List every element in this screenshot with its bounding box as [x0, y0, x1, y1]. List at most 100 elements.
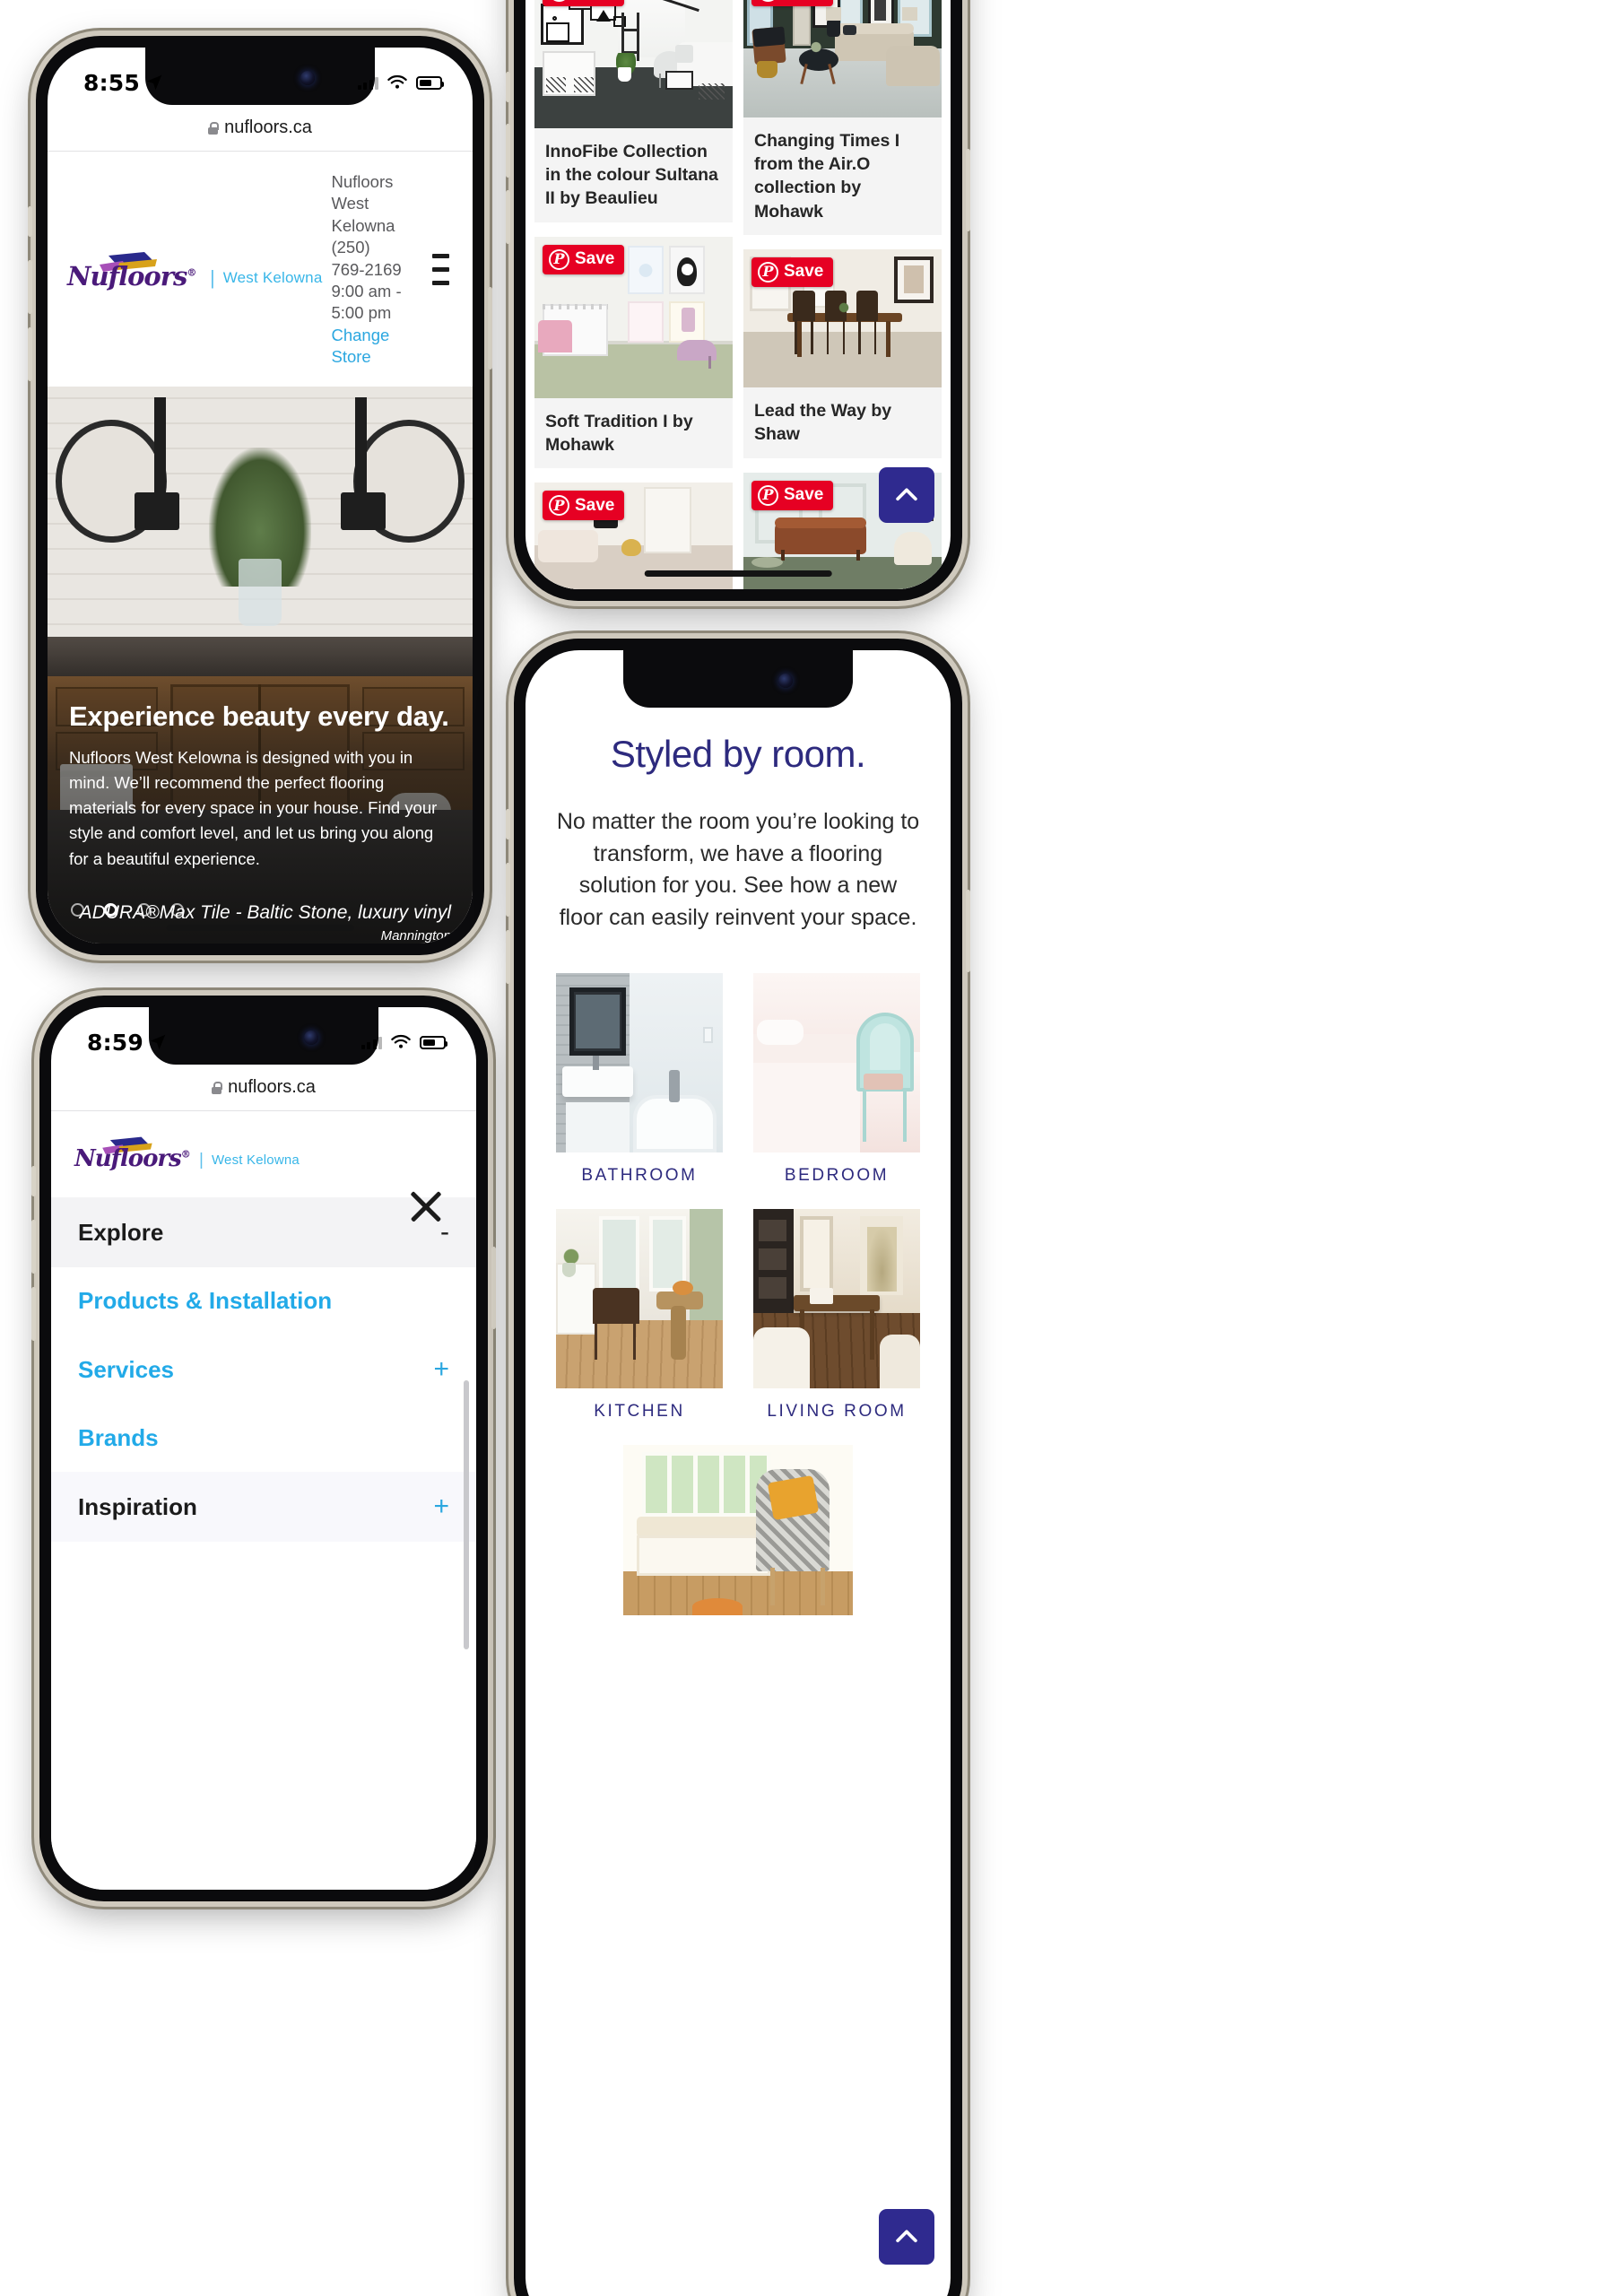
carousel-dots[interactable] — [71, 903, 184, 917]
nufloors-wordmark: Nufloors® — [74, 1145, 191, 1172]
carousel-dot[interactable] — [137, 903, 151, 917]
room-image-bathroom[interactable] — [556, 973, 723, 1152]
lock-icon — [212, 1081, 223, 1094]
save-label: Save — [784, 0, 823, 1]
carousel-dot[interactable] — [71, 903, 84, 917]
room-card-bathroom[interactable]: BATHROOM — [556, 973, 723, 1186]
phone-styled-by-room: Styled by room. No matter the room you’r… — [506, 639, 970, 2296]
save-label: Save — [784, 262, 824, 282]
room-image-living-room[interactable] — [753, 1209, 920, 1388]
store-phone[interactable]: (250) 769-2169 — [331, 237, 403, 281]
nufloors-wordmark: Nufloors® — [67, 260, 196, 291]
pinterest-save-button[interactable]: P Save — [751, 257, 834, 287]
home-indicator[interactable] — [166, 925, 354, 931]
volume-up-button[interactable] — [506, 124, 510, 178]
power-button[interactable] — [966, 890, 970, 972]
pin-caption: Lead the Way by Shaw — [743, 387, 942, 458]
hero-carousel[interactable]: Experience beauty every day. Nufloors We… — [48, 386, 473, 944]
carousel-dot-active[interactable] — [104, 903, 117, 917]
nav-item-services[interactable]: Services + — [51, 1335, 476, 1405]
lock-icon — [208, 121, 220, 135]
expand-indicator[interactable]: + — [433, 1492, 449, 1522]
logo-city-label: West Kelowna — [222, 268, 323, 286]
power-button[interactable] — [491, 1247, 496, 1329]
room-card-kitchen[interactable]: KITCHEN — [556, 1209, 723, 1422]
mute-switch[interactable] — [506, 72, 510, 102]
volume-down-button[interactable] — [506, 190, 510, 244]
nav-item-label: Products & Installation — [78, 1287, 333, 1314]
hamburger-menu-icon[interactable] — [431, 254, 449, 286]
home-indicator[interactable] — [644, 570, 832, 577]
battery-icon — [420, 1035, 447, 1049]
status-indicators — [360, 1034, 447, 1050]
chevron-up-icon — [896, 488, 917, 501]
volume-up-button[interactable] — [28, 260, 32, 314]
pinterest-save-button[interactable]: P Save — [543, 244, 625, 274]
pinterest-save-icon: P — [758, 484, 778, 506]
room-card-living-room[interactable]: LIVING ROOM — [753, 1209, 920, 1422]
safari-url-bar[interactable]: nufloors.ca — [48, 105, 473, 152]
close-x-icon[interactable] — [406, 1187, 446, 1226]
hero-heading: Experience beauty every day. — [69, 700, 449, 732]
pin-card[interactable]: P Save Soft Tradition I by Mohawk — [534, 236, 733, 469]
menu-logo[interactable]: Nufloors® | West Kelowna — [51, 1111, 476, 1197]
pinterest-save-icon: P — [549, 0, 569, 2]
nav-item-products-installation[interactable]: Products & Installation — [51, 1267, 476, 1335]
pinterest-save-button[interactable]: P Save — [543, 491, 625, 521]
pin-card[interactable]: P Save InnoFibe Collection in the colour… — [534, 0, 733, 222]
mute-switch[interactable] — [28, 206, 32, 237]
nufloors-logo-mark: Nufloors® — [74, 1135, 191, 1172]
room-label: BEDROOM — [784, 1166, 890, 1185]
room-image-kitchen[interactable] — [556, 1209, 723, 1388]
pin-image-nursery-sage-carpet[interactable]: P Save — [534, 236, 733, 398]
room-image-window-seat[interactable] — [623, 1445, 853, 1615]
site-logo[interactable]: Nufloors® | West Kelowna — [67, 250, 323, 291]
nav-item-label: Brands — [78, 1424, 159, 1451]
mute-switch[interactable] — [31, 1166, 36, 1196]
safari-url-bar[interactable]: nufloors.ca — [51, 1065, 476, 1111]
volume-down-button[interactable] — [506, 930, 510, 984]
carousel-dot[interactable] — [170, 903, 184, 917]
nav-group-inspiration[interactable]: Inspiration + — [51, 1472, 476, 1542]
volume-up-button[interactable] — [31, 1220, 36, 1274]
volume-down-button[interactable] — [31, 1287, 36, 1341]
status-time: 8:59 — [87, 1030, 168, 1056]
pin-column-left: Natural Artistry by Mohawk Flooring — [534, 0, 733, 589]
status-time-text: 8:55 — [83, 69, 140, 96]
power-button[interactable] — [966, 149, 970, 231]
room-image-bedroom[interactable] — [753, 973, 920, 1152]
pin-image-dining-room[interactable]: P Save — [743, 248, 942, 387]
wifi-icon — [387, 74, 407, 89]
section-heading: Styled by room. — [610, 733, 866, 775]
page-scrollbar[interactable] — [464, 1380, 469, 1649]
status-bar: 8:59 — [51, 1007, 476, 1065]
room-card-bedroom[interactable]: BEDROOM — [753, 973, 920, 1186]
pin-image-dark-green-living-room[interactable]: P Save — [743, 0, 942, 117]
pin-image-white-scandinavian-living-room[interactable]: P Save — [534, 0, 733, 128]
nav-item-brands[interactable]: Brands — [51, 1405, 476, 1472]
pinterest-save-button[interactable]: P Save — [751, 480, 834, 510]
inspiration-scroll-area[interactable]: Natural Artistry by Mohawk Flooring — [526, 0, 951, 589]
store-info: Nufloors West Kelowna (250) 769-2169 9:0… — [331, 171, 403, 369]
save-label: Save — [575, 249, 615, 269]
change-store-link[interactable]: Change Store — [331, 325, 403, 369]
pin-card[interactable]: P Save Lead the Way by Shaw — [743, 248, 942, 458]
volume-up-button[interactable] — [506, 863, 510, 917]
pin-card[interactable]: P Save Changing Times I from the Air.O c… — [743, 0, 942, 235]
volume-down-button[interactable] — [28, 327, 32, 381]
logo-divider: | — [210, 265, 215, 289]
screenshot-canvas: 8:55 nufloors.ca Nufloors® | West Kelown… — [0, 0, 1607, 2296]
location-arrow-icon — [150, 1034, 166, 1050]
pinterest-save-button[interactable]: P Save — [751, 0, 834, 6]
hero-body: Nufloors West Kelowna is designed with y… — [69, 747, 438, 868]
chevron-up-icon — [896, 2230, 917, 2243]
scroll-to-top-button[interactable] — [879, 2209, 934, 2265]
expand-indicator[interactable]: + — [433, 1354, 449, 1385]
save-label: Save — [575, 495, 615, 515]
power-button[interactable] — [488, 287, 492, 370]
room-card-window-seat[interactable] — [556, 1445, 920, 1615]
pinterest-save-button[interactable]: P Save — [543, 0, 625, 6]
scroll-to-top-button[interactable] — [879, 467, 934, 523]
save-label: Save — [575, 0, 614, 1]
mute-switch[interactable] — [506, 809, 510, 839]
